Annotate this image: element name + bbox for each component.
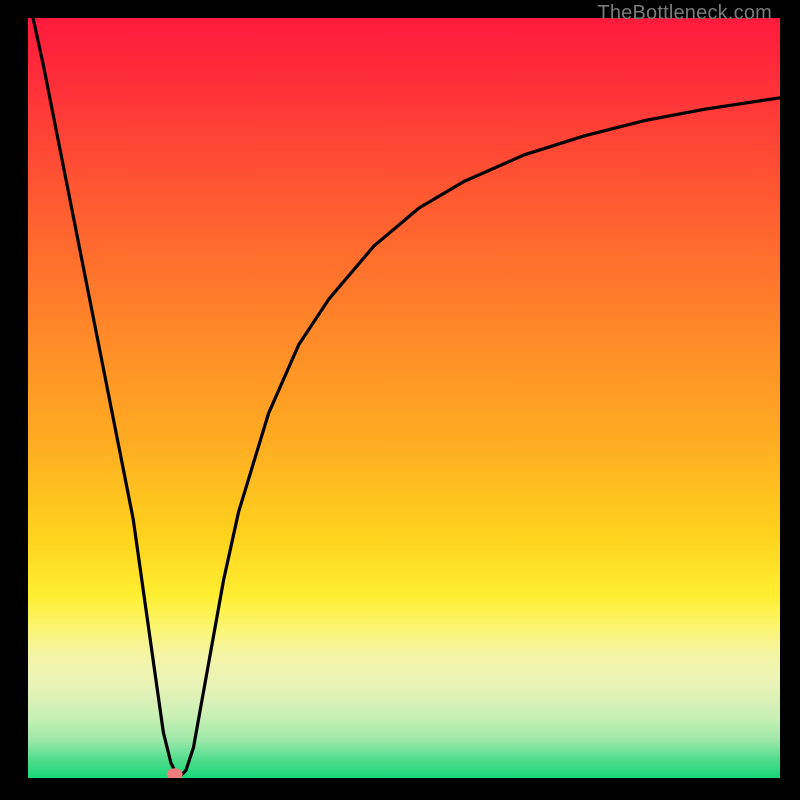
watermark-label: TheBottleneck.com [597,2,772,25]
chart-frame: TheBottleneck.com [0,0,800,800]
plot-background [28,18,780,778]
